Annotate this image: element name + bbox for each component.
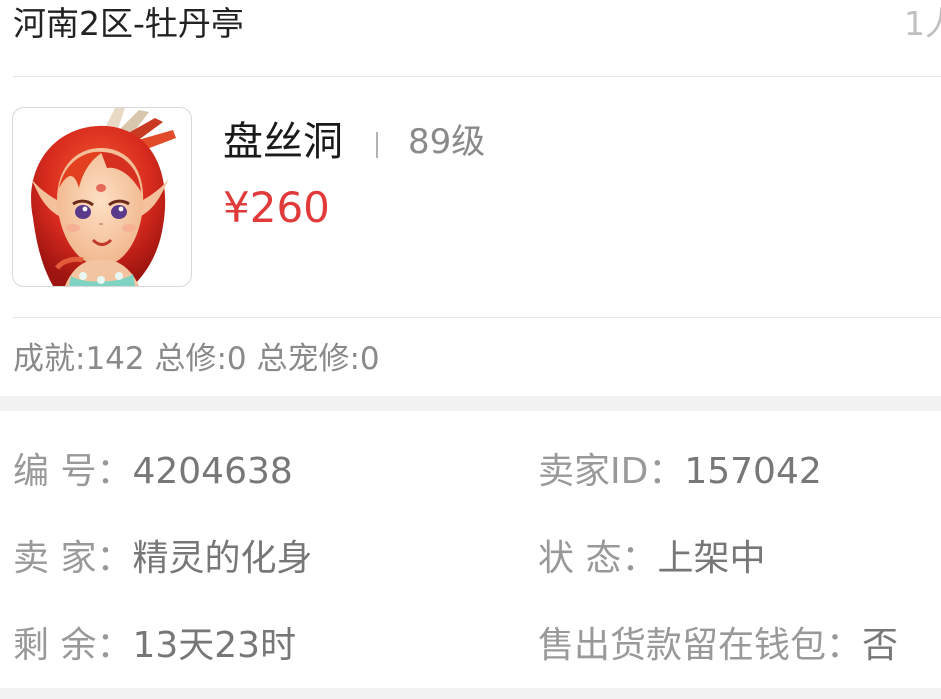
character-stats: 成就:142 总修:0 总宠修:0 [13,341,380,377]
listing-header: 河南2区-牡丹亭 1人 [0,0,941,76]
detail-seller-value: 精灵的化身 [132,538,313,579]
item-divider [13,317,941,318]
detail-remaining-label: 剩 余： [13,625,133,666]
character-school-name: 盘丝洞 [223,119,343,165]
detail-wallet-value: 否 [862,625,899,666]
detail-status-value: 上架中 [657,538,766,579]
detail-number-value: 4204638 [132,451,293,492]
detail-seller-id-label: 卖家ID： [538,451,685,492]
header-right-text: 1人 [904,4,941,43]
item-price: ¥260 [223,183,330,232]
detail-wallet: 售出货款留在钱包：否 [538,622,898,670]
detail-remaining: 剩 余：13天23时 [13,622,296,670]
character-level: 89级 [408,122,486,162]
detail-seller: 卖 家：精灵的化身 [13,535,312,583]
server-name: 河南2区-牡丹亭 [13,4,244,43]
detail-wallet-label: 售出货款留在钱包： [538,625,863,666]
character-avatar[interactable] [12,107,192,287]
section-separator [0,396,941,411]
detail-seller-id-value: 157042 [684,451,822,492]
detail-number: 编 号：4204638 [13,448,293,496]
detail-seller-label: 卖 家： [13,538,133,579]
detail-number-label: 编 号： [13,451,133,492]
character-portrait-image [31,108,176,286]
detail-seller-id: 卖家ID：157042 [538,448,822,496]
name-level-separator [376,132,378,158]
item-summary[interactable]: 盘丝洞 89级 ¥260 [0,77,941,317]
detail-remaining-value: 13天23时 [132,625,297,666]
detail-status: 状 态：上架中 [538,535,765,583]
bottom-separator [0,688,941,699]
detail-status-label: 状 态： [538,538,658,579]
